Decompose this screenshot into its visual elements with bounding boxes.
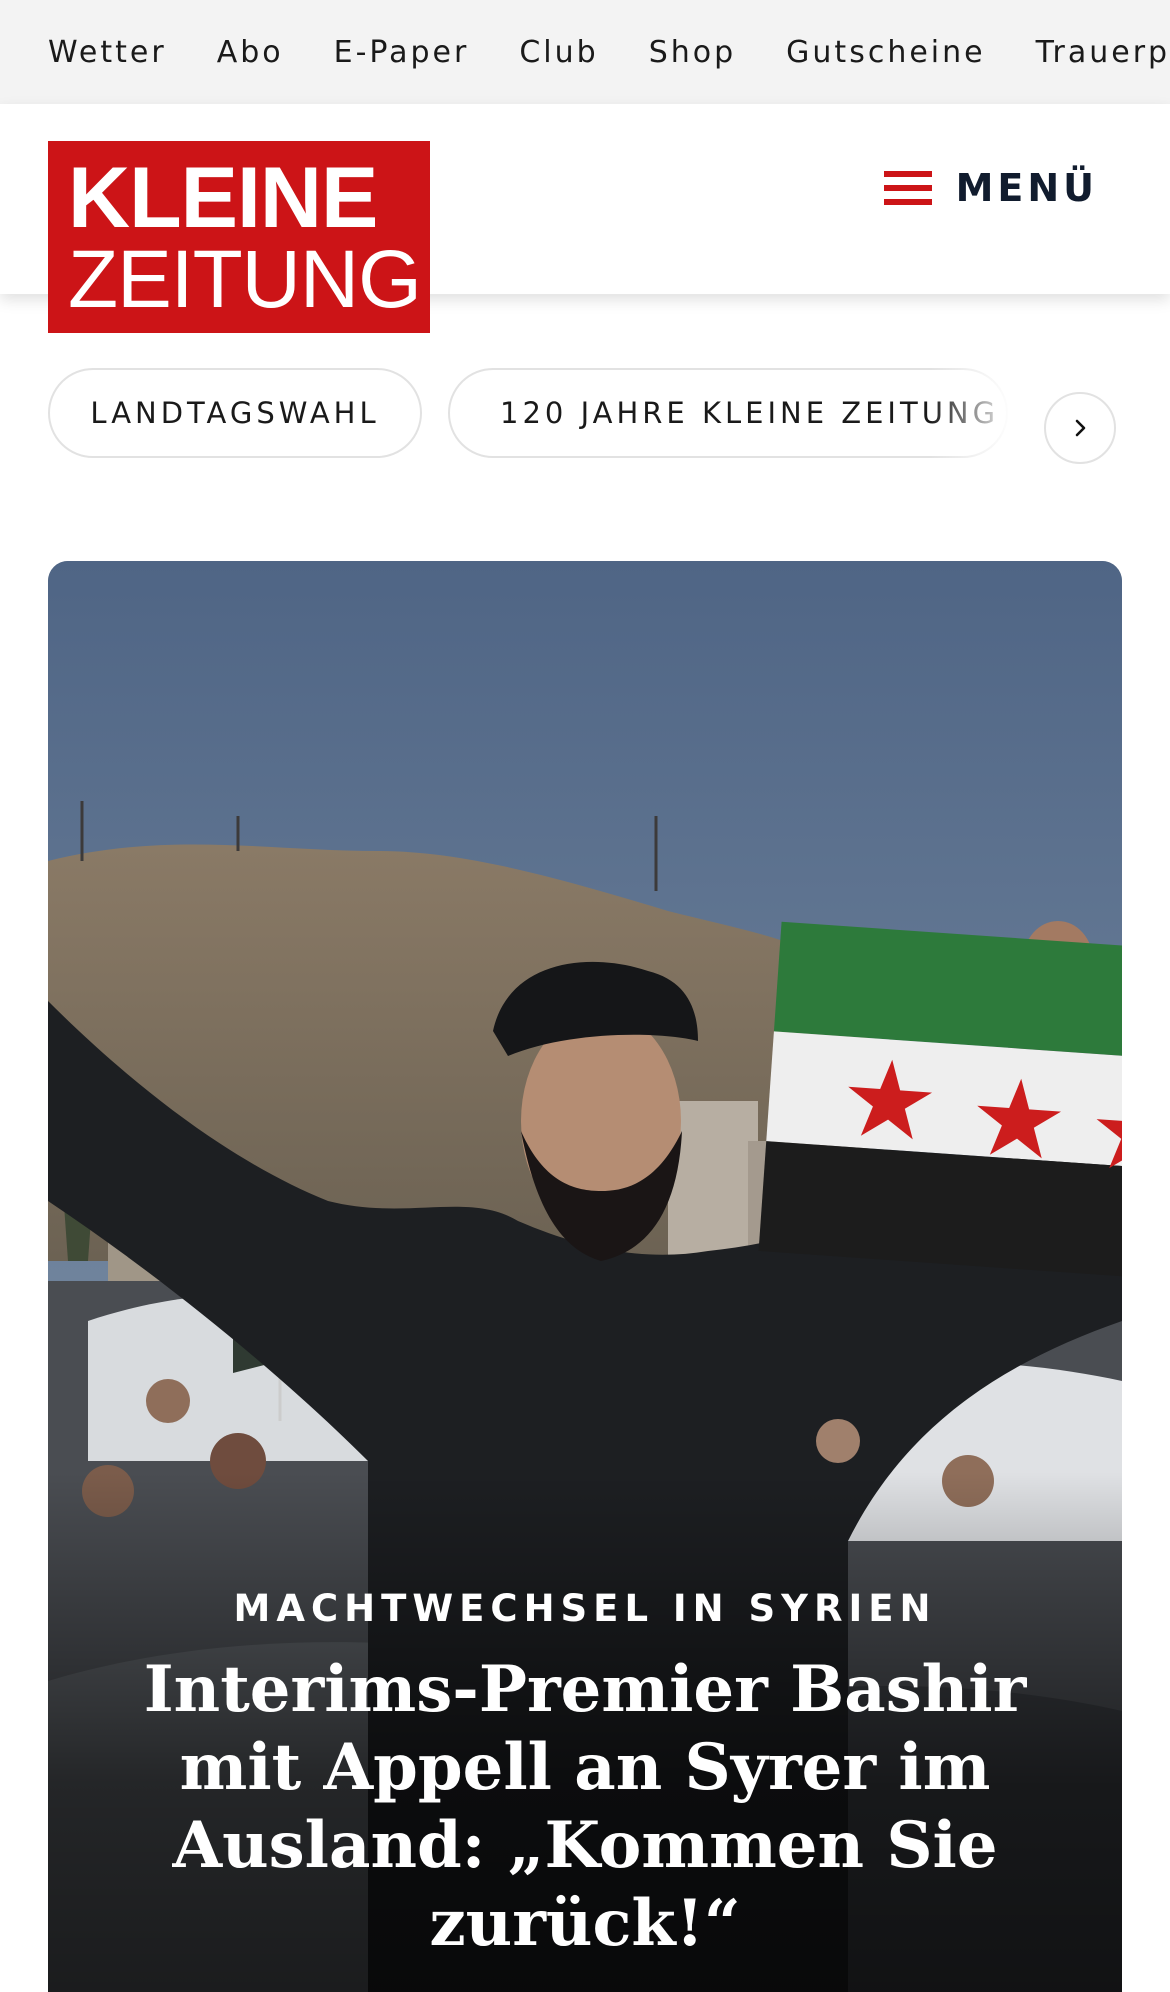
nav-link-trauerportal[interactable]: Trauerportal [1036,35,1170,70]
utility-nav: Wetter Abo E-Paper Club Shop Gutscheine … [0,0,1170,104]
topic-pill-landtagswahl[interactable]: LANDTAGSWAHL [48,368,422,458]
hero-kicker: MACHTWECHSEL IN SYRIEN [233,1587,937,1630]
menu-button[interactable]: MENÜ [883,166,1098,210]
nav-link-wetter[interactable]: Wetter [48,35,167,70]
nav-link-gutscheine[interactable]: Gutscheine [786,35,985,70]
logo-line-1: KLEINE [68,150,378,246]
menu-label: MENÜ [955,166,1098,210]
nav-link-club[interactable]: Club [519,35,598,70]
hero-article[interactable]: MACHTWECHSEL IN SYRIEN Interims-Premier … [48,561,1122,1992]
chevron-right-icon[interactable] [1044,392,1116,464]
hamburger-icon [883,171,932,205]
site-logo[interactable]: KLEINE ZEITUNG [48,141,430,333]
site-header: KLEINE ZEITUNG MENÜ [0,104,1170,333]
topic-pills: LANDTAGSWAHL 120 JAHRE KLEINE ZEITUNG [0,368,1170,464]
pills-fade [930,368,1050,460]
nav-link-epaper[interactable]: E-Paper [334,35,470,70]
nav-link-abo[interactable]: Abo [217,35,284,70]
logo-line-2: ZEITUNG [68,234,422,325]
topic-pill-120-jahre[interactable]: 120 JAHRE KLEINE ZEITUNG [448,368,1008,458]
hero-headline[interactable]: Interims-Premier Bashir mit Appell an Sy… [88,1651,1082,1963]
nav-link-shop[interactable]: Shop [649,35,736,70]
